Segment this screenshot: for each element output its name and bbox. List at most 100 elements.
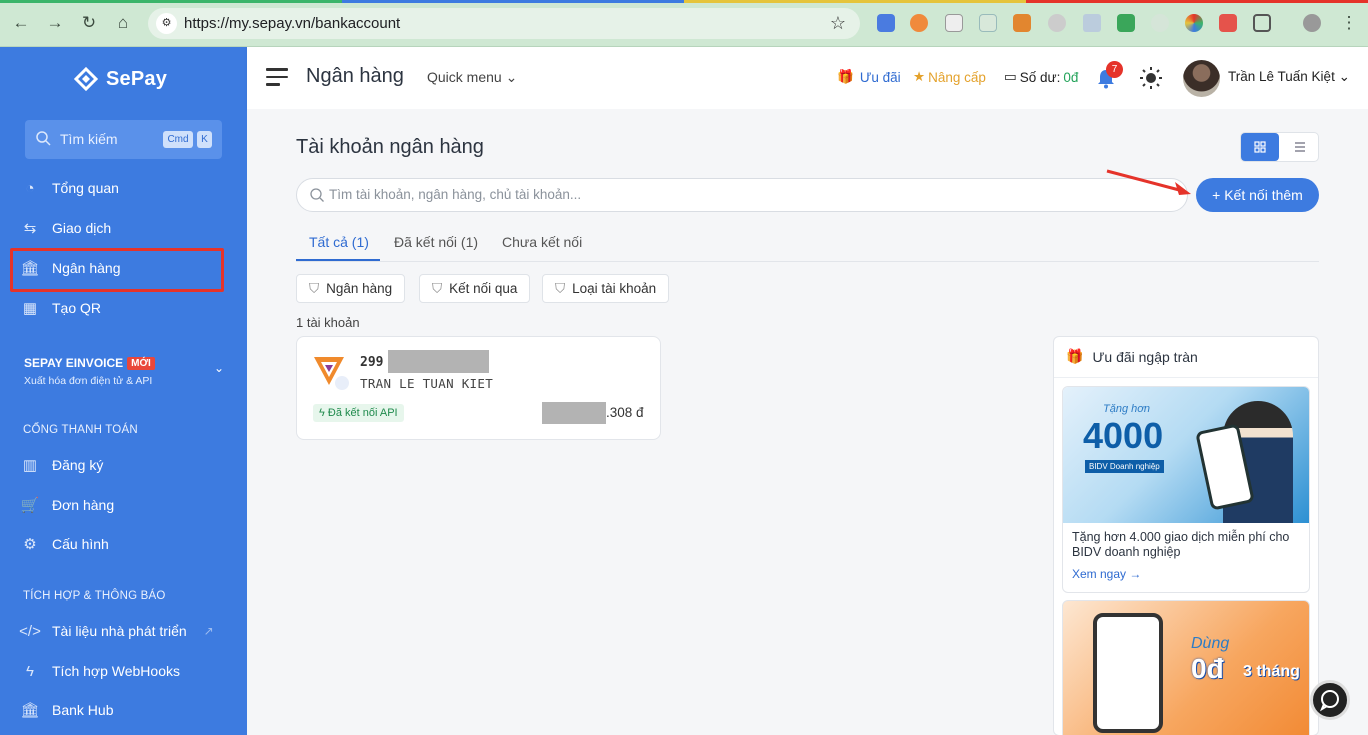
sidebar-item-label: Giao dịch	[52, 220, 112, 236]
chevron-down-icon: ⌄	[1338, 69, 1350, 84]
gear-icon: ⚙	[23, 536, 37, 553]
sidebar-item-label: Bank Hub	[52, 702, 114, 718]
dashboard-icon: ◔	[25, 179, 35, 197]
translate-extension-icon[interactable]	[877, 14, 895, 32]
hamburger-menu-icon[interactable]	[266, 68, 288, 86]
sidebar-item-label: Tạo QR	[52, 300, 102, 316]
balance-display[interactable]: ▭ Số dư: 0đ	[1004, 69, 1078, 85]
address-bar[interactable]: ⚙ https://my.sepay.vn/bankaccount ☆	[148, 8, 860, 39]
bank-icon: 🏛	[20, 260, 40, 277]
grid-view-button[interactable]	[1241, 133, 1279, 161]
balance-value: 0đ	[1063, 69, 1079, 85]
menu-dots-icon[interactable]: ⋮	[1338, 12, 1360, 34]
promo-title: Ưu đãi ngập tràn	[1092, 348, 1198, 365]
promo-image-text: Dùng	[1191, 635, 1230, 652]
filter-bank[interactable]: ⛉ Ngân hàng	[296, 274, 406, 303]
chart-icon: ▥	[22, 457, 38, 474]
extension-icon[interactable]	[910, 14, 928, 32]
sidebar-item-label: Đăng ký	[52, 457, 104, 473]
account-holder: TRAN LE TUAN KIET	[360, 376, 494, 391]
promo-card-msb[interactable]: Dùng 0đ 3 tháng	[1062, 600, 1310, 735]
sidebar-item-giao-dich[interactable]: ⇆ Giao dịch	[20, 213, 111, 243]
sidebar-item-dang-ky[interactable]: ▥ Đăng ký	[20, 450, 103, 480]
sidebar-item-don-hang[interactable]: 🛒 Đơn hàng	[20, 490, 114, 520]
chat-support-button[interactable]	[1310, 680, 1350, 720]
bank-account-card[interactable]: 299 TRAN LE TUAN KIET ϟ Đã kết nối API .…	[296, 336, 661, 440]
promo-image-label: BIDV Doanh nghiệp	[1085, 460, 1164, 473]
grid-icon	[1254, 141, 1266, 153]
promo-card-bidv[interactable]: Tặng hơn 4000 BIDV Doanh nghiệp Tặng hơn…	[1062, 386, 1310, 593]
bolt-icon: ϟ	[319, 407, 328, 419]
filter-connection[interactable]: ⛉ Kết nối qua	[419, 274, 531, 303]
sidebar-item-label: Tích hợp WebHooks	[52, 663, 180, 679]
gift-icon: 🎁	[1066, 348, 1084, 364]
user-icon	[334, 375, 350, 391]
filter-icon: ⛉	[432, 280, 443, 296]
filter-account-type[interactable]: ⛉ Loại tài khoản	[542, 274, 670, 303]
sidebar-item-ngan-hang[interactable]: 🏛 Ngân hàng	[20, 253, 121, 283]
sidebar-item-tai-lieu[interactable]: </> Tài liệu nhà phát triển ↗	[19, 616, 219, 646]
extension-icon[interactable]	[979, 14, 997, 32]
quick-menu-label: Quick menu	[427, 69, 502, 85]
account-count: 1 tài khoản	[296, 315, 360, 330]
avatar[interactable]	[1183, 60, 1220, 97]
search-icon	[36, 131, 51, 146]
sidebar-item-label: Ngân hàng	[52, 260, 121, 276]
extension-icon[interactable]	[1219, 14, 1237, 32]
add-connection-button[interactable]: + Kết nối thêm	[1196, 178, 1319, 212]
einvoice-subtitle: Xuất hóa đơn điện tử & API	[24, 375, 153, 387]
user-menu[interactable]: Trần Lê Tuấn Kiệt ⌄	[1228, 69, 1350, 85]
bolt-icon: ϟ	[26, 662, 34, 680]
redacted-account-number	[388, 350, 489, 373]
sepay-logo[interactable]: SePay	[74, 67, 167, 91]
back-icon[interactable]: ←	[10, 12, 32, 34]
url-text[interactable]: https://my.sepay.vn/bankaccount	[184, 15, 400, 32]
extensions-puzzle-icon[interactable]	[1253, 14, 1271, 32]
theme-toggle-sun-icon[interactable]	[1140, 67, 1162, 89]
sidebar-search-placeholder: Tìm kiếm	[60, 131, 118, 147]
list-view-icon[interactable]	[1281, 133, 1319, 161]
promo-panel: 🎁 Ưu đãi ngập tràn Tặng hơn 4000 BIDV Do…	[1053, 336, 1319, 735]
einvoice-label: SEPAY EINVOICE	[24, 356, 124, 370]
filter-icon: ⛉	[555, 280, 566, 296]
sidebar-item-webhooks[interactable]: ϟ Tích hợp WebHooks	[20, 656, 180, 686]
tab-not-connected[interactable]: Chưa kết nối	[502, 234, 582, 250]
sidebar-item-tong-quan[interactable]: ◔ Tổng quan	[20, 173, 118, 203]
metamask-icon[interactable]	[1013, 14, 1031, 32]
account-balance: .308 đ	[606, 405, 644, 420]
filter-label: Loại tài khoản	[572, 281, 657, 296]
extension-icon[interactable]	[1185, 14, 1203, 32]
sidebar-item-tao-qr[interactable]: ▦ Tạo QR	[20, 293, 101, 323]
extension-icon[interactable]	[1048, 14, 1066, 32]
profile-icon[interactable]	[1303, 14, 1321, 32]
home-icon[interactable]: ⌂	[112, 12, 134, 34]
quick-menu-button[interactable]: Quick menu ⌄	[427, 69, 517, 86]
account-search-input[interactable]: Tìm tài khoản, ngân hàng, chủ tài khoản.…	[296, 178, 1188, 212]
reload-icon[interactable]: ↻	[78, 12, 100, 34]
sidebar-search[interactable]: Tìm kiếm Cmd K	[25, 120, 222, 159]
tab-connected[interactable]: Đã kết nối (1)	[394, 234, 478, 250]
red-arrow-annotation	[1106, 169, 1191, 195]
promo-header: 🎁 Ưu đãi ngập tràn	[1066, 348, 1198, 365]
extension-icon[interactable]	[1083, 14, 1101, 32]
extension-icon[interactable]	[1117, 14, 1135, 32]
sidebar: SePay Tìm kiếm Cmd K ◔ Tổng quan ⇆ Giao …	[0, 47, 247, 735]
einvoice-title[interactable]: SEPAY EINVOICE MỚI	[24, 356, 155, 370]
shortcut-k: K	[197, 131, 212, 148]
chevron-down-icon[interactable]: ⌄	[214, 361, 224, 375]
sidebar-item-cau-hinh[interactable]: ⚙ Cấu hình	[20, 529, 109, 559]
upgrade-link[interactable]: ★ Nâng cấp	[913, 69, 986, 85]
search-extension-icon[interactable]	[1151, 14, 1169, 32]
forward-icon[interactable]: →	[44, 12, 66, 34]
site-settings-icon[interactable]: ⚙	[156, 13, 177, 34]
qr-extension-icon[interactable]	[945, 14, 963, 32]
main-content: Tài khoản ngân hàng Tìm tài khoản, ngân …	[247, 109, 1368, 735]
sidebar-item-bank-hub[interactable]: 🏛 Bank Hub	[20, 695, 113, 725]
see-now-link[interactable]: Xem ngay →	[1072, 567, 1141, 581]
cart-icon: 🛒	[20, 497, 40, 514]
uu-dai-link[interactable]: 🎁 Ưu đãi	[837, 69, 901, 85]
bookmark-star-icon[interactable]: ☆	[830, 13, 846, 34]
active-tab-underline	[296, 259, 380, 261]
divider	[1054, 377, 1318, 378]
tab-all[interactable]: Tất cả (1)	[309, 234, 369, 250]
